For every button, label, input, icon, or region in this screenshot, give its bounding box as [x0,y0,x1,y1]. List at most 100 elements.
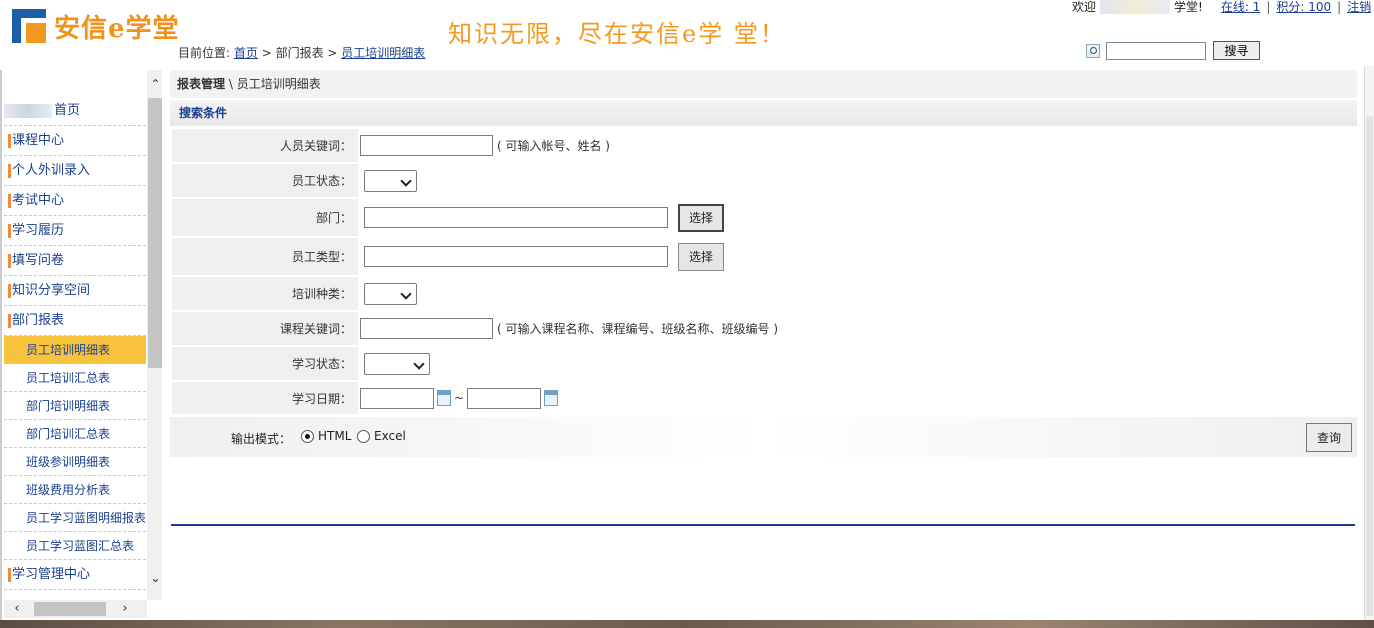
bullet-bar-icon [8,254,11,268]
department-input[interactable] [364,207,668,228]
sidebar-item-questionnaire[interactable]: 填写问卷 [4,246,146,276]
sidebar-subitem-class-attendance-detail[interactable]: 班级参训明细表 [4,448,146,476]
scrollbar-thumb[interactable] [34,602,106,616]
study-date-end-input[interactable] [467,387,542,409]
form-row-department: 部门： 选择 [170,199,1357,238]
logout-link[interactable]: 注销 [1347,0,1371,15]
sidebar-subitem-learning-blueprint-summary[interactable]: 员工学习蓝图汇总表 [4,532,146,560]
sidebar-subitem-dept-training-summary[interactable]: 部门培训汇总表 [4,420,146,448]
main-content: 报表管理 \ 员工培训明细表 搜索条件 人员关键词： ( 可输入帐号、姓名 ) … [162,70,1364,620]
slogan: 知识无限，尽在安信e学 堂！ [448,20,786,48]
bullet-bar-icon [8,568,11,582]
results-divider [171,524,1355,526]
sidebar-item-external-training[interactable]: 个人外训录入 [4,156,146,186]
sidebar-item-label: 部门报表 [12,313,65,328]
sidebar-item-knowledge-sharing[interactable]: 知识分享空间 [4,276,146,306]
sidebar-horizontal-scrollbar[interactable]: ‹ › [4,600,147,618]
home-banner-image [4,103,52,118]
username-blurred [1100,0,1171,14]
welcome-bar: 欢迎 学堂! 在线: 1 | 积分: 100 | 注销 [1072,0,1371,15]
study-status-field [360,347,430,380]
person-keyword-input[interactable] [360,135,493,156]
study-status-label: 学习状态： [172,347,358,380]
breadcrumb-prefix: 目前位置: [178,46,234,60]
sidebar-item-learning-history[interactable]: 学习履历 [4,216,146,246]
form-row-person-keyword: 人员关键词： ( 可输入帐号、姓名 ) [170,129,1357,164]
bullet-bar-icon [8,164,11,178]
output-excel-option[interactable]: Excel [357,429,406,443]
study-date-field: ~ [360,382,559,414]
sidebar-item-label: 学习管理中心 [12,567,91,582]
separator: | [1266,0,1271,14]
search-conditions-title: 搜索条件 [170,100,1357,126]
sidebar-item-department-reports[interactable]: 部门报表 [4,306,146,336]
bullet-bar-icon [8,314,11,328]
panel-title-page: \ 员工培训明细表 [225,77,321,91]
form-row-training-kind: 培训种类： [170,277,1357,312]
employee-status-select[interactable] [364,169,417,192]
sidebar-item-course-center[interactable]: 课程中心 [4,126,146,156]
bullet-bar-icon [8,284,11,298]
employee-type-select-button[interactable]: 选择 [678,242,724,271]
welcome-suffix: 学堂! [1174,0,1203,14]
scroll-right-icon[interactable]: › [116,600,134,618]
output-html-option[interactable]: HTML [301,429,351,443]
sidebar-item-exam-center[interactable]: 考试中心 [4,186,146,216]
sidebar-subitem-employee-training-summary[interactable]: 员工培训汇总表 [4,364,146,392]
form-row-employee-status: 员工状态： [170,164,1357,199]
online-link[interactable]: 在线: 1 [1221,0,1261,15]
sidebar-subitem-class-cost-analysis[interactable]: 班级费用分析表 [4,476,146,504]
sidebar-subitem-learning-blueprint-detail[interactable]: 员工学习蓝图明细报表 [4,504,146,532]
radio-unselected-icon[interactable] [357,429,370,443]
calendar-icon[interactable] [544,390,559,406]
employee-type-field: 选择 [360,238,724,275]
person-keyword-hint: ( 可输入帐号、姓名 ) [497,139,610,153]
scroll-left-icon[interactable]: ‹ [8,600,26,618]
search-input[interactable] [1106,41,1206,60]
bullet-bar-icon [8,134,11,148]
department-label: 部门： [172,199,358,236]
sidebar-item-label: 个人外训录入 [12,163,91,178]
breadcrumb-current-link[interactable]: 员工培训明细表 [341,46,425,60]
training-kind-select[interactable] [364,282,417,305]
query-button[interactable]: 查询 [1306,423,1352,452]
search-form: 人员关键词： ( 可输入帐号、姓名 ) 员工状态： 部门： 选择 员工类型： 选… [170,129,1357,416]
sidebar-item-learning-management[interactable]: 学习管理中心 [4,560,146,590]
output-mode-label: 输出模式： [231,432,292,446]
calendar-icon[interactable] [437,390,451,406]
breadcrumb-separator: > [323,46,342,60]
sidebar-item-label: 学习履历 [12,223,65,238]
output-excel-label: Excel [374,429,406,443]
radio-selected-icon[interactable] [301,429,314,443]
study-status-select[interactable] [364,352,430,375]
sidebar-subitem-dept-training-detail[interactable]: 部门培训明细表 [4,392,146,420]
department-select-button[interactable]: 选择 [678,203,724,232]
course-keyword-input[interactable] [360,318,493,339]
form-row-study-status: 学习状态： [170,347,1357,382]
sidebar-subitem-employee-training-detail[interactable]: 员工培训明细表 [4,336,146,364]
sidebar-item-label: 考试中心 [12,193,65,208]
points-link[interactable]: 积分: 100 [1276,0,1331,15]
study-date-start-input[interactable] [360,387,434,409]
header: 安信e学堂 知识无限，尽在安信e学 堂！ 欢迎 学堂! 在线: 1 | 积分: … [0,0,1374,66]
employee-status-label: 员工状态： [172,164,358,197]
header-search: 搜寻 [1086,41,1260,60]
employee-type-label: 员工类型： [172,238,358,275]
search-button[interactable]: 搜寻 [1213,41,1260,60]
employee-status-field [360,164,417,197]
employee-type-input[interactable] [364,246,668,267]
logo-mark-icon [12,9,46,43]
breadcrumb-home-link[interactable]: 首页 [234,46,258,60]
welcome-prefix: 欢迎 [1072,0,1097,14]
breadcrumb-separator: > [257,46,276,60]
breadcrumb-section: 部门报表 [275,46,324,60]
person-keyword-field: ( 可输入帐号、姓名 ) [360,129,610,162]
breadcrumb: 目前位置: 首页 > 部门报表 > 员工培训明细表 [178,44,425,61]
scrollbar-thumb[interactable] [1366,116,1373,616]
scrollbar-thumb[interactable] [148,98,163,368]
separator: | [1337,0,1342,14]
sidebar-item-label: 课程中心 [12,133,65,148]
sidebar-item-home[interactable]: 首页 [4,96,146,126]
page-vertical-scrollbar[interactable] [1364,66,1374,620]
course-keyword-field: ( 可输入课程名称、课程编号、班级名称、班级编号 ) [360,312,778,345]
